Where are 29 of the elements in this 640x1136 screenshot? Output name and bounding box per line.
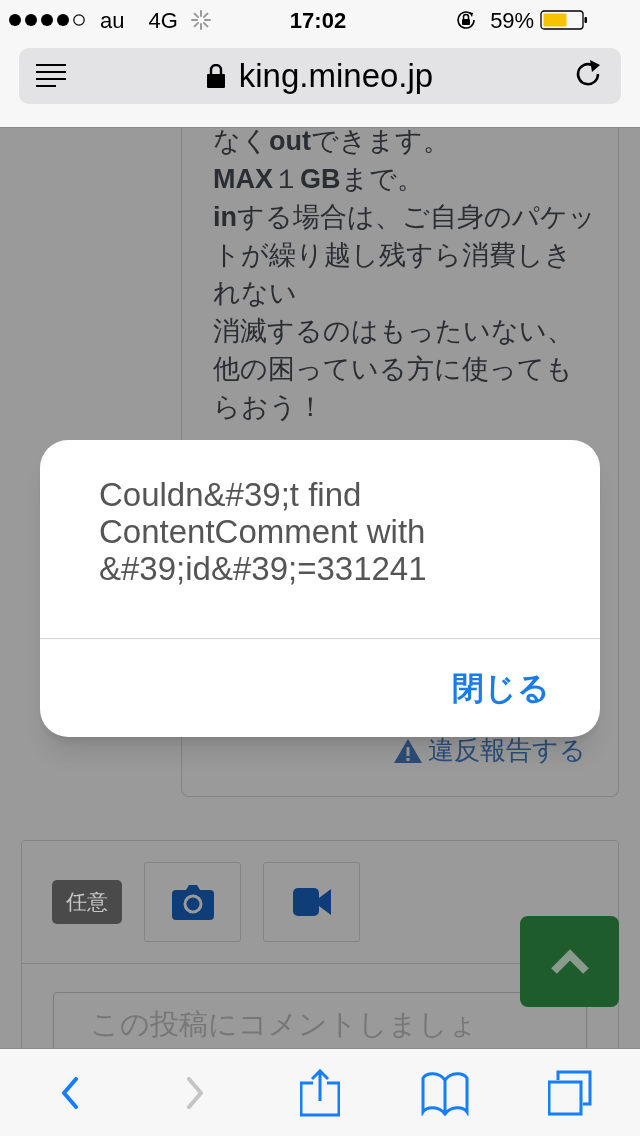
comment-text: 消滅するのはもったいない、他の困っている方に使ってもらおう！: [213, 315, 575, 424]
book-icon: [421, 1069, 469, 1116]
scroll-to-top-button[interactable]: [520, 916, 619, 1007]
chevron-left-icon: [60, 1076, 80, 1109]
optional-badge: 任意: [52, 880, 122, 924]
tabs-icon: [548, 1069, 592, 1116]
battery-percentage: 59%: [490, 6, 535, 35]
signal-icon: [8, 13, 88, 27]
network-type: 4G: [148, 6, 178, 35]
lock-icon: [206, 64, 225, 88]
report-link[interactable]: 違反報告する: [394, 731, 586, 770]
comment-text: inする場合は、ご自身のパケットが繰り越し残すら消費しきれない: [213, 201, 597, 310]
camera-icon: [171, 884, 214, 920]
address-bar[interactable]: king.mineo.jp: [19, 48, 621, 104]
video-upload-button[interactable]: [263, 862, 360, 942]
photo-upload-button[interactable]: [144, 862, 241, 942]
loading-spinner-icon: [189, 9, 212, 31]
video-camera-icon: [292, 888, 331, 916]
carrier-name: au: [100, 6, 125, 35]
chevron-up-icon: [549, 948, 590, 975]
battery-icon: [540, 10, 589, 30]
url-text: king.mineo.jp: [238, 56, 434, 97]
reader-view-icon[interactable]: [36, 64, 66, 88]
share-icon: [300, 1068, 340, 1117]
warning-icon: [394, 738, 422, 763]
chevron-right-icon: [185, 1076, 205, 1109]
clock-time: 17:02: [289, 6, 347, 35]
alert-message: Couldn&#39;t find ContentComment with &#39;id&#39;=331241: [99, 476, 428, 587]
close-button[interactable]: 閉じる: [452, 664, 550, 712]
